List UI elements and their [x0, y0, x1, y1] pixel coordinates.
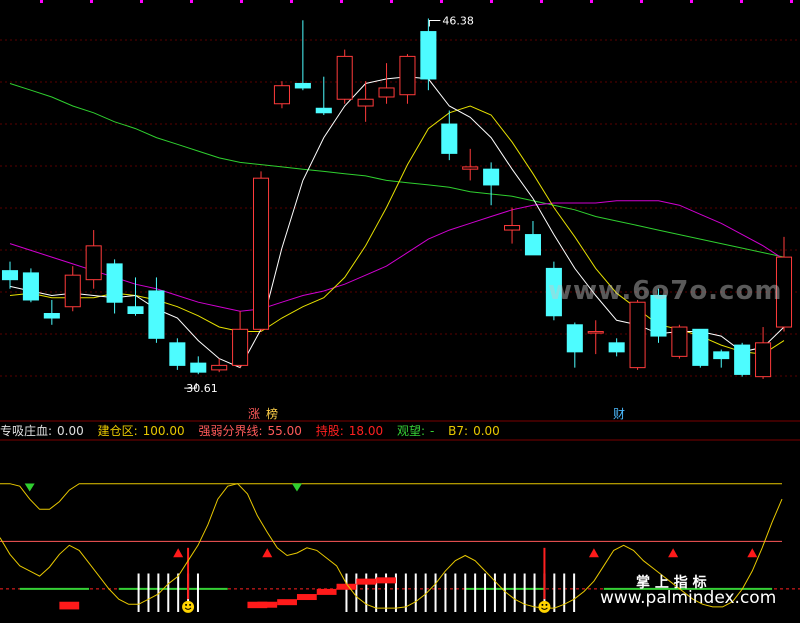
candle-body — [315, 107, 332, 114]
top-tick-mark — [90, 0, 93, 3]
top-tick-mark — [240, 0, 243, 3]
candle-body — [148, 290, 165, 339]
top-tick-mark — [390, 0, 393, 3]
indicator-watch: 观望: - — [396, 424, 435, 438]
candle-body — [566, 324, 583, 353]
indicator-hold: 持股: 18.00 — [315, 424, 384, 438]
candle-body — [252, 177, 270, 330]
hold-block — [257, 601, 278, 608]
candle-body — [336, 55, 353, 100]
candle-body — [106, 263, 123, 303]
candle-body — [420, 31, 437, 80]
candle-body — [294, 82, 311, 89]
hold-block — [356, 578, 377, 585]
candle-body — [1, 270, 19, 281]
candle-body — [43, 313, 60, 319]
top-tick-mark — [590, 0, 593, 3]
indicator-info-bar: 专吸庄血: 0.00 建仓区: 100.00 强弱分界线: 55.00 持股: 18.0… — [0, 422, 800, 440]
top-tick-mark — [690, 0, 693, 3]
hold-block — [316, 588, 337, 595]
candle-body — [190, 362, 207, 373]
smiley-icon — [182, 600, 195, 613]
hold-block — [59, 601, 80, 610]
high-price-label: 46.38 — [442, 14, 474, 27]
candle-body — [587, 331, 604, 334]
candle-body — [483, 168, 500, 186]
candle-body — [273, 85, 290, 105]
candle-body — [127, 306, 144, 315]
top-tick-mark — [140, 0, 143, 3]
top-tick-mark — [790, 0, 793, 3]
site-watermark: www.6o7o.com — [548, 276, 783, 306]
top-tick-mark — [440, 0, 443, 3]
candle-body — [734, 344, 751, 375]
indicator-build-zone: 建仓区: 100.00 — [97, 424, 185, 438]
indicator-name: 专吸庄血: 0.00 — [0, 424, 84, 438]
candle-body — [692, 328, 709, 366]
candle-body — [713, 351, 730, 360]
smiley-eye — [185, 603, 188, 606]
candle-body — [462, 166, 479, 170]
smiley-icon — [538, 600, 551, 613]
top-tick-mark — [740, 0, 743, 3]
brand-watermark-url: www.palmindex.com — [600, 588, 777, 608]
dragon-list-tag[interactable]: 榜 — [266, 406, 278, 421]
candle-body — [524, 234, 542, 256]
candle-body — [85, 245, 102, 281]
candle-body — [608, 342, 625, 353]
top-tick-mark — [340, 0, 343, 3]
candle-body — [169, 342, 186, 366]
smiley-eye — [189, 603, 192, 606]
smiley-eye — [545, 603, 548, 606]
candle-body — [504, 225, 521, 231]
candle-body — [64, 274, 81, 308]
top-tick-mark — [40, 0, 43, 3]
hold-block — [376, 577, 396, 584]
hold-block — [277, 599, 297, 606]
hold-block — [296, 594, 317, 601]
top-tick-mark — [190, 0, 193, 3]
candle-body — [378, 87, 395, 98]
smiley-eye — [541, 603, 544, 606]
candle-body — [399, 55, 416, 96]
finance-tag[interactable]: 财 — [613, 407, 625, 421]
candle-body — [629, 301, 646, 369]
candle-body — [232, 328, 249, 366]
candle-body — [671, 326, 688, 357]
candle-body — [357, 98, 374, 107]
top-tick-mark — [640, 0, 643, 3]
top-tick-mark — [490, 0, 493, 3]
stock-chart-canvas: 46.38 30.61 涨 榜 财 — [0, 0, 800, 623]
candle-body — [22, 272, 39, 301]
candle-body — [211, 364, 228, 371]
indicator-strong-weak: 强弱分界线: 55.00 — [198, 424, 302, 438]
candle-body — [441, 123, 458, 154]
candle-body — [755, 342, 772, 378]
limit-up-tag[interactable]: 涨 — [248, 406, 260, 421]
indicator-b7: B7: 0.00 — [448, 424, 500, 438]
hold-block — [336, 583, 357, 590]
top-tick-mark — [290, 0, 293, 3]
top-tick-mark — [540, 0, 543, 3]
